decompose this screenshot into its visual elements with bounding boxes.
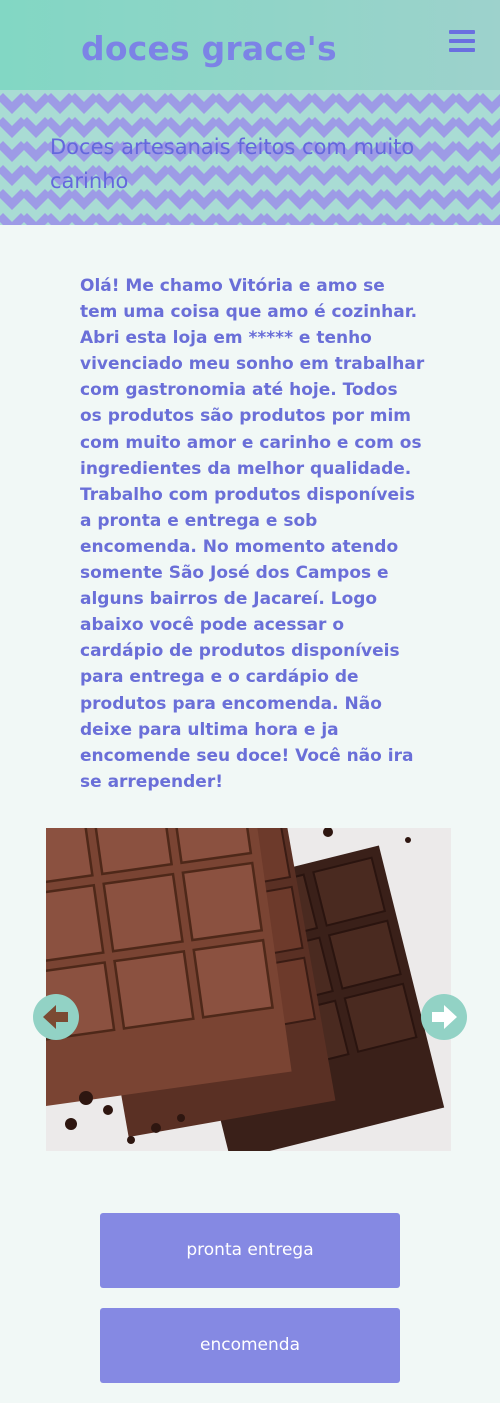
arrow-right-icon [432,1005,457,1029]
intro-paragraph: Olá! Me chamo Vitória e amo se tem uma c… [80,276,425,792]
pronta-entrega-button[interactable]: pronta entrega [100,1213,400,1288]
brand-logo-text[interactable]: doces grace's [81,28,337,70]
menu-bar [449,48,475,52]
menu-bar [449,39,475,43]
hamburger-menu-icon[interactable] [449,30,475,52]
page: doces grace's Doces artesanais feitos co… [0,0,500,1403]
tagline-heading: Doces artesanais feitos com muito carinh… [50,135,415,193]
image-carousel [46,828,451,1151]
carousel-next-button[interactable] [421,994,467,1040]
chocolate-bars-image [46,828,451,1151]
menu-bar [449,30,475,34]
top-navbar: doces grace's [0,0,500,90]
encomenda-button[interactable]: encomenda [100,1308,400,1383]
arrow-left-icon [43,1005,68,1029]
carousel-prev-button[interactable] [33,994,79,1040]
